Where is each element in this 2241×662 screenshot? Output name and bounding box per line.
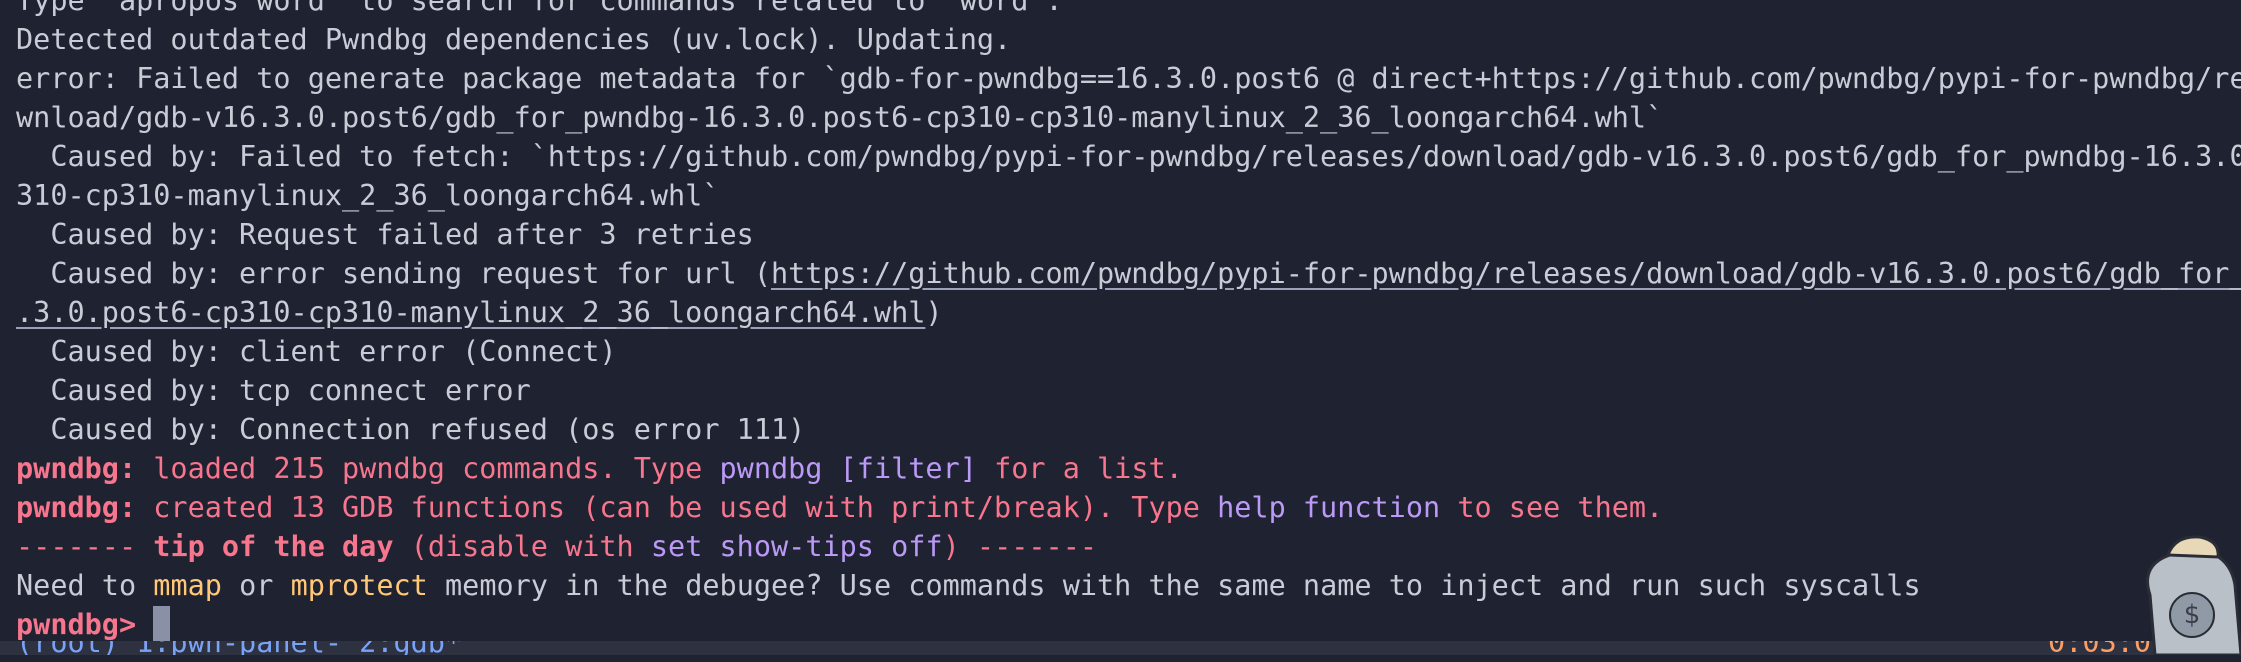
terminal-line: wnload/gdb-v16.3.0.post6/gdb_for_pwndbg-…	[16, 101, 1664, 134]
terminal-line: 310-cp310-manylinux_2_36_loongarch64.whl…	[16, 179, 720, 212]
command-name: set show-tips off	[650, 530, 943, 563]
terminal-line: Caused by: Request failed after 3 retrie…	[16, 218, 754, 251]
terminal-line: Caused by: client error (Connect)	[16, 335, 617, 368]
terminal-line: error: Failed to generate package metada…	[16, 62, 2241, 95]
mascot-icon: $	[2130, 525, 2241, 657]
terminal-line: Caused by: error sending request for url…	[16, 254, 2241, 293]
terminal-line: Caused by: tcp connect error	[16, 374, 531, 407]
command-name: help function	[1217, 491, 1441, 524]
session-window-list[interactable]: (root) 1:pwn-panel- 2:gdb*	[16, 641, 462, 655]
tip-of-the-day-header: ------- tip of the day (disable with set…	[16, 530, 1098, 563]
text-cursor[interactable]	[153, 606, 171, 642]
tmux-status-bar: (root) 1:pwn-panel- 2:gdb* 0:03:0	[0, 641, 2241, 655]
command-name: pwndbg	[719, 452, 823, 485]
download-url-link[interactable]: https://github.com/pwndbg/pypi-for-pwndb…	[771, 257, 2241, 290]
command-arg: [filter]	[839, 452, 977, 485]
terminal-line: Detected outdated Pwndbg dependencies (u…	[16, 23, 1012, 56]
terminal-line: Caused by: Connection refused (os error …	[16, 413, 806, 446]
download-url-link-continued[interactable]: .3.0.post6-cp310-cp310-manylinux_2_36_lo…	[16, 296, 925, 329]
pwndbg-label: pwndbg:	[16, 452, 137, 485]
svg-text:$: $	[2184, 600, 2201, 630]
tip-text: Need to mmap or mprotect memory in the d…	[16, 569, 1921, 602]
tip-title: tip of the day	[153, 530, 394, 563]
terminal-line: Caused by: Failed to fetch: `https://git…	[16, 140, 2241, 173]
highlight-word: mprotect	[290, 569, 428, 602]
pwndbg-label: pwndbg:	[16, 491, 137, 524]
command-prompt[interactable]: pwndbg>	[16, 605, 2241, 644]
terminal-line: Type "apropos word" to search for comman…	[16, 0, 1063, 17]
pwndbg-loaded-message: pwndbg: loaded 215 pwndbg commands. Type…	[16, 452, 1183, 485]
prompt-label: pwndbg>	[16, 608, 154, 641]
pwndbg-functions-message: pwndbg: created 13 GDB functions (can be…	[16, 491, 1664, 524]
highlight-word: mmap	[153, 569, 222, 602]
terminal-line: .3.0.post6-cp310-cp310-manylinux_2_36_lo…	[16, 296, 943, 329]
terminal-output[interactable]: Type "apropos word" to search for comman…	[16, 0, 2241, 644]
